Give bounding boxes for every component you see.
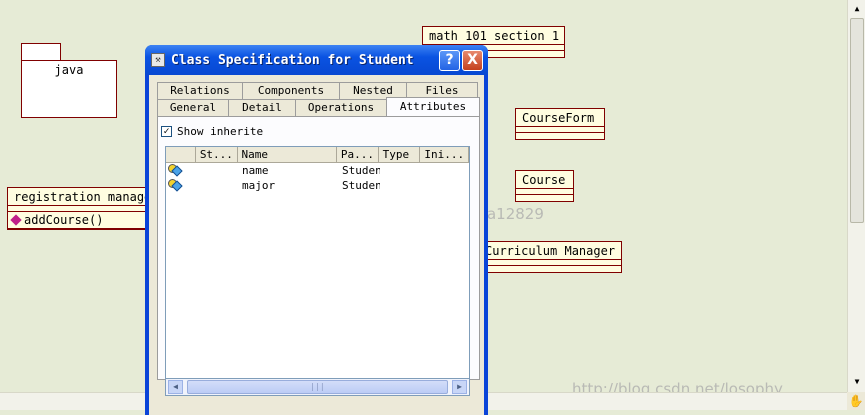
- tab-detail[interactable]: Detail: [228, 99, 296, 116]
- hand-icon[interactable]: ✋: [847, 392, 865, 410]
- attribute-parent: Student: [342, 164, 380, 177]
- attribute-name: name: [242, 164, 269, 177]
- show-inherited-option[interactable]: ✓ Show inherite: [161, 125, 263, 138]
- class-registration-name: registration manager: [8, 188, 161, 206]
- attributes-horizontal-scrollbar[interactable]: ◀ ||| ▶: [165, 379, 470, 396]
- attributes-list-header: St... Name Pa... Type Ini...: [166, 147, 469, 163]
- package-java-tab[interactable]: [21, 43, 61, 61]
- scroll-right-arrow-icon[interactable]: ▶: [452, 380, 467, 394]
- class-courseform[interactable]: CourseForm: [515, 108, 605, 140]
- canvas-vertical-scroll-thumb[interactable]: [850, 18, 864, 223]
- operation-icon: [10, 214, 22, 226]
- tab-operations[interactable]: Operations: [295, 99, 387, 116]
- attribute-name: major: [242, 179, 276, 192]
- tab-row-bottom: General Detail Operations Attributes: [157, 97, 480, 116]
- column-header-initial[interactable]: Ini...: [420, 147, 469, 162]
- column-header-name[interactable]: Name: [238, 147, 337, 162]
- show-inherited-label: Show inherite: [177, 125, 264, 138]
- table-row[interactable]: name Student: [166, 163, 469, 178]
- attribute-parent: Student: [342, 179, 380, 192]
- operation-addcourse[interactable]: addCourse(): [8, 212, 161, 229]
- class-curriculum-manager[interactable]: Curriculum Manager: [478, 241, 622, 273]
- class-course-name: Course: [516, 171, 573, 189]
- scroll-up-arrow-icon[interactable]: ▲: [849, 1, 865, 17]
- table-row[interactable]: major Student: [166, 178, 469, 193]
- tab-general[interactable]: General: [157, 99, 229, 116]
- tab-components[interactable]: Components: [242, 82, 340, 99]
- class-specification-dialog: ⚒ Class Specification for Student ? X Re…: [145, 45, 488, 415]
- package-java-label: java: [54, 63, 84, 77]
- column-header-icon[interactable]: [166, 147, 196, 162]
- column-header-type[interactable]: Type: [379, 147, 421, 162]
- class-courseform-name: CourseForm: [516, 109, 604, 127]
- class-course[interactable]: Course: [515, 170, 574, 202]
- package-java[interactable]: java: [21, 60, 117, 118]
- column-header-stereotype[interactable]: St...: [196, 147, 238, 162]
- canvas-vertical-scrollbar[interactable]: ▲ ▼: [847, 0, 865, 392]
- class-registration-manager[interactable]: registration manager addCourse(): [7, 187, 162, 230]
- attributes-scroll-thumb[interactable]: |||: [187, 380, 448, 394]
- tab-relations[interactable]: Relations: [157, 82, 243, 99]
- attribute-icon: [167, 178, 185, 192]
- operation-addcourse-label: addCourse(): [24, 213, 104, 227]
- watermark-2: http://blog.csdn.net/losophy: [572, 380, 783, 392]
- dialog-title: Class Specification for Student: [171, 53, 414, 68]
- attributes-list[interactable]: St... Name Pa... Type Ini... name Studen…: [165, 146, 470, 379]
- close-button[interactable]: X: [462, 50, 483, 71]
- show-inherited-checkbox[interactable]: ✓: [161, 126, 172, 137]
- tab-attributes[interactable]: Attributes: [386, 97, 480, 116]
- dialog-client: Relations Components Nested Files Genera…: [149, 75, 484, 415]
- scroll-down-arrow-icon[interactable]: ▼: [849, 374, 865, 390]
- class-curriculum-name: Curriculum Manager: [479, 242, 621, 260]
- column-header-parent[interactable]: Pa...: [337, 147, 379, 162]
- help-button[interactable]: ?: [439, 50, 460, 71]
- attribute-icon: [167, 163, 185, 177]
- dialog-titlebar[interactable]: ⚒ Class Specification for Student ? X: [145, 45, 488, 75]
- class-math-101-name: math 101 section 1: [423, 27, 564, 45]
- scroll-left-arrow-icon[interactable]: ◀: [168, 380, 183, 394]
- wrench-icon: ⚒: [151, 53, 165, 67]
